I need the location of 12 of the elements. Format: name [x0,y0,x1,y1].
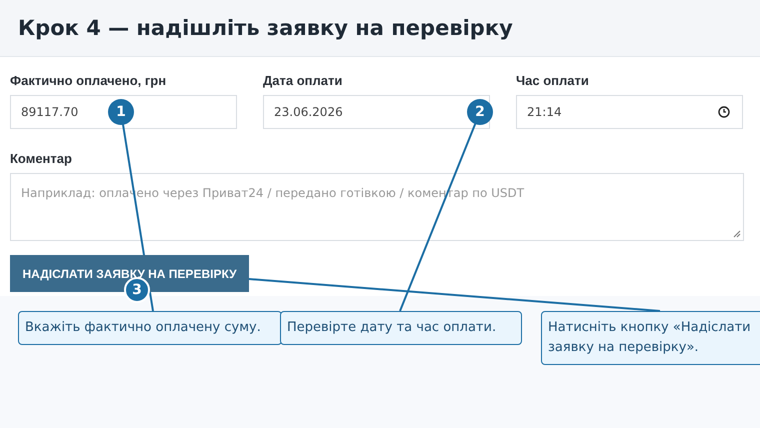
resize-grip-icon[interactable] [733,230,741,238]
field-label: Фактично оплачено, грн [10,73,166,88]
step-title: Крок 4 — надішліть заявку на перевірку [18,16,513,40]
field-label: Коментар [10,151,72,166]
step-marker: 3 [124,277,150,303]
field-label: Час оплати [516,73,589,88]
clock-icon[interactable] [718,106,730,118]
field-label: Дата оплати [263,73,342,88]
time-field[interactable]: 21:14 [516,95,743,129]
callout: Перевірте дату та час оплати. [280,311,522,345]
callout: Натисніть кнопку «Надіслати заявку на перевірку». [541,311,760,365]
callout: Вкажіть фактично оплачену суму. [18,311,282,345]
